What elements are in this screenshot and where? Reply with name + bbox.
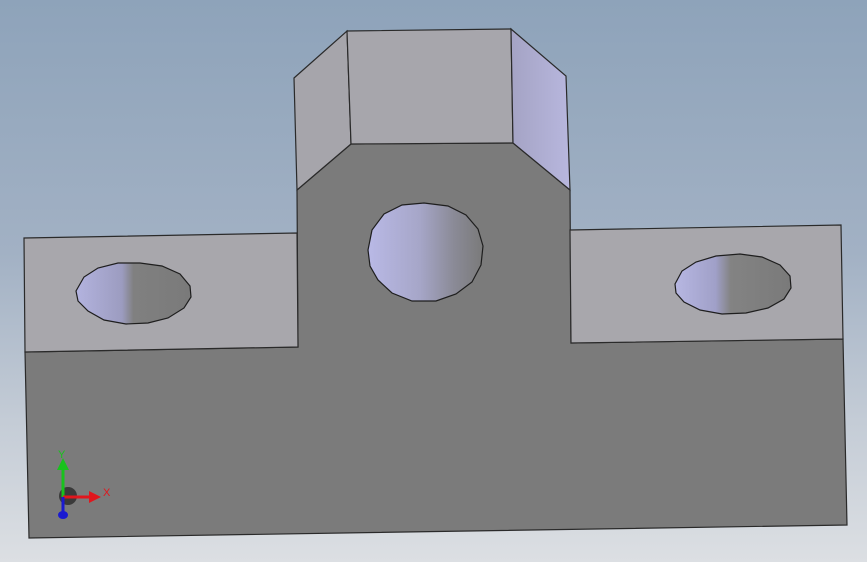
triad-x-label: X bbox=[103, 487, 111, 499]
z-axis-arrow-icon bbox=[58, 511, 68, 519]
graphics-viewport[interactable]: X Y bbox=[0, 0, 867, 562]
model-canvas[interactable]: X Y bbox=[0, 0, 867, 562]
center-bore-hole[interactable] bbox=[367, 202, 484, 302]
triad-y-label: Y bbox=[58, 449, 66, 461]
boss-top-face[interactable] bbox=[346, 28, 514, 145]
